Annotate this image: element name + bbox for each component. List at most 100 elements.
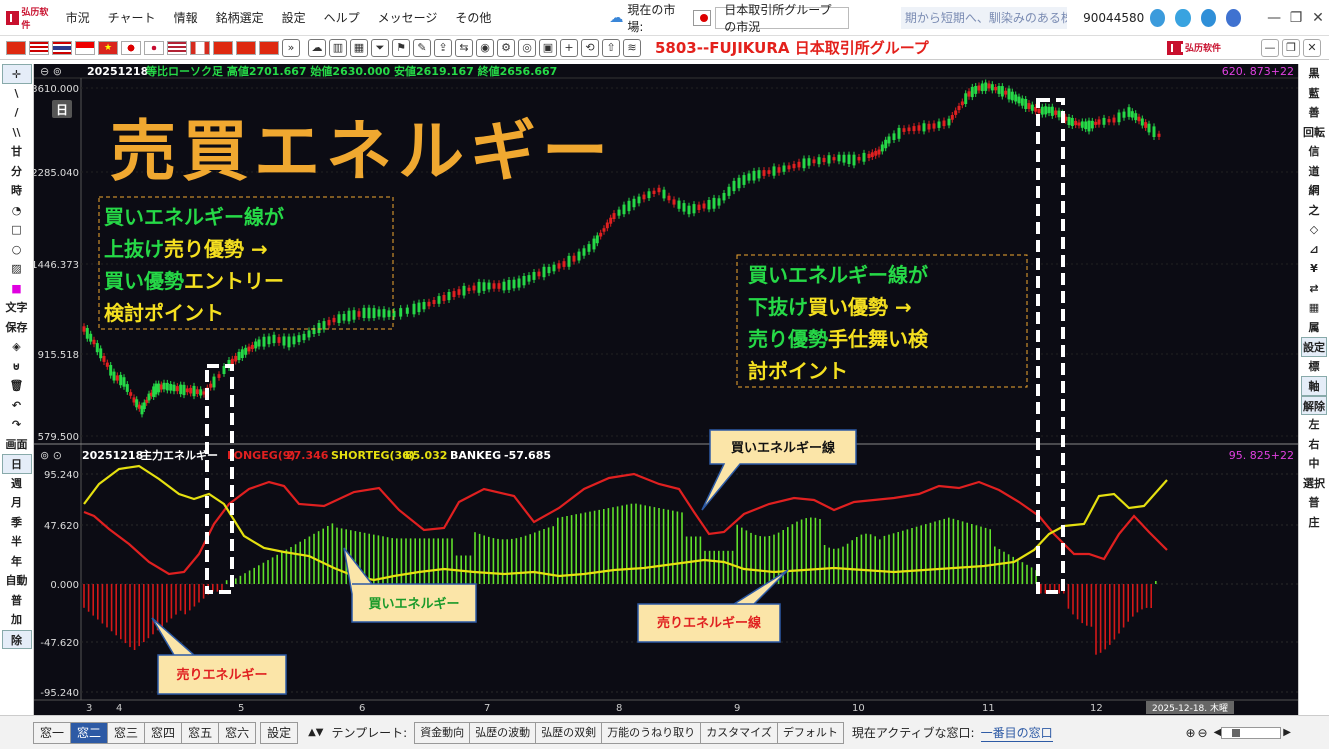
hongkong-flag-icon[interactable] (236, 40, 256, 55)
left-tool-18[interactable]: ↷ (2, 415, 32, 435)
briefcase-icon[interactable]: ▣ (539, 38, 557, 57)
scroll-thumb[interactable] (1232, 728, 1241, 737)
zoom-in-icon[interactable]: ⊕ (1185, 726, 1195, 740)
right-tool-14[interactable]: 設定 (1301, 337, 1327, 357)
left-tool-1[interactable]: \ (2, 84, 32, 104)
right-tool-9[interactable]: ⊿ (1301, 240, 1327, 260)
template-button-4[interactable]: 万能のうねり取り (601, 721, 702, 744)
left-tool-14[interactable]: ◈ (2, 337, 32, 357)
right-tool-15[interactable]: 標 (1301, 357, 1327, 377)
left-tool-0[interactable]: ✛ (1, 64, 32, 84)
compare-icon[interactable]: ⇆ (455, 38, 473, 57)
layers-icon[interactable]: ≋ (623, 38, 641, 57)
malaysia-flag-icon[interactable] (29, 40, 49, 55)
left-tool-28[interactable]: 加 (2, 610, 32, 630)
window-tab-3[interactable]: 窓三 (107, 721, 146, 744)
menu-other[interactable]: その他 (455, 9, 491, 26)
active-window-value[interactable]: 一番目の窓口 (980, 724, 1053, 742)
canada-flag-icon[interactable] (190, 40, 210, 55)
thailand-flag-icon[interactable] (52, 40, 72, 55)
edit-icon[interactable]: ✎ (413, 38, 431, 57)
right-tool-3[interactable]: 回転 (1301, 123, 1327, 143)
chart-svg[interactable]: ⊖ ⊚ 20251218 等比ローソク足 高値2701.667 始値2630.0… (31, 64, 1298, 715)
left-tool-21[interactable]: 週 (2, 474, 32, 494)
menu-info[interactable]: 情報 (174, 9, 198, 26)
settings-button[interactable]: 設定 (260, 721, 299, 744)
close-icon[interactable]: ✕ (1307, 10, 1329, 26)
target-icon[interactable]: ◎ (518, 38, 536, 57)
user-icon[interactable] (1150, 8, 1166, 27)
menu-market[interactable]: 市況 (66, 9, 90, 26)
horizontal-scrollbar[interactable] (1221, 726, 1282, 739)
left-tool-3[interactable]: \\ (2, 123, 32, 143)
template-button-6[interactable]: デフォルト (776, 721, 844, 744)
zoom-out-icon[interactable]: ⊖ (1198, 726, 1208, 740)
window-tab-5[interactable]: 窓五 (181, 721, 220, 744)
market-selector[interactable]: ☁ 現在の市場: 日本取引所グループの市況 (609, 1, 849, 35)
left-tool-12[interactable]: 文字 (2, 298, 32, 318)
filter-icon[interactable]: ⏷ (371, 38, 389, 57)
cloud-sync-icon[interactable]: ☁ (308, 38, 326, 57)
right-tool-7[interactable]: 之 (1301, 201, 1327, 221)
left-tool-29[interactable]: 除 (1, 629, 32, 649)
share-icon[interactable]: ⇪ (434, 38, 452, 57)
right-tool-1[interactable]: 藍 (1301, 84, 1327, 104)
indonesia-flag-icon[interactable] (75, 40, 95, 55)
minimize-icon[interactable]: — (1263, 10, 1285, 26)
menu-settings[interactable]: 設定 (282, 9, 306, 26)
right-tool-23[interactable]: 庄 (1301, 513, 1327, 533)
right-tool-4[interactable]: 信 (1301, 142, 1327, 162)
sub-expand-icon[interactable]: ⊚ ⊙ (40, 449, 62, 462)
right-tool-11[interactable]: ⇄ (1301, 279, 1327, 299)
menu-message[interactable]: メッセージ (378, 9, 438, 26)
left-tool-5[interactable]: 分 (2, 162, 32, 182)
upload-icon[interactable]: ⇧ (602, 38, 620, 57)
menu-chart[interactable]: チャート (108, 9, 156, 26)
grid-icon[interactable]: ▦ (350, 38, 368, 57)
right-tool-17[interactable]: 解除 (1301, 395, 1327, 415)
china-flag-icon[interactable] (6, 40, 26, 55)
window-tab-6[interactable]: 窓六 (218, 721, 257, 744)
flag-icon[interactable]: ⚑ (392, 38, 410, 57)
right-tool-18[interactable]: 左 (1301, 415, 1327, 435)
home-icon[interactable] (1175, 8, 1191, 27)
bar-chart-icon[interactable]: ▥ (329, 38, 347, 57)
left-tool-24[interactable]: 半 (2, 532, 32, 552)
tools-icon[interactable] (1200, 8, 1216, 27)
template-button-3[interactable]: 弘歴の双剣 (535, 721, 603, 744)
vietnam-flag-icon[interactable]: ★ (98, 40, 118, 55)
left-tool-9[interactable]: ○ (2, 240, 32, 260)
left-tool-10[interactable]: ▨ (2, 259, 32, 279)
menu-screening[interactable]: 銘柄選定 (216, 9, 264, 26)
sub-close-icon[interactable]: ✕ (1303, 38, 1321, 57)
chart-area[interactable]: ⊖ ⊚ 20251218 等比ローソク足 高値2701.667 始値2630.0… (31, 64, 1298, 715)
sort-arrows-icon[interactable]: ▲▼ (308, 727, 323, 738)
right-tool-10[interactable]: ¥ (1301, 259, 1327, 279)
right-tool-16[interactable]: 軸 (1301, 376, 1327, 396)
left-tool-6[interactable]: 時 (2, 181, 32, 201)
right-tool-19[interactable]: 右 (1301, 435, 1327, 455)
template-button-5[interactable]: カスタマイズ (700, 721, 778, 744)
menu-help[interactable]: ヘルプ (324, 9, 360, 26)
left-tool-11[interactable]: ■ (2, 279, 32, 299)
right-tool-22[interactable]: 普 (1301, 493, 1327, 513)
scroll-left-icon[interactable]: ◀ (1214, 727, 1222, 738)
left-tool-13[interactable]: 保存 (2, 318, 32, 338)
left-tool-4[interactable]: 甘 (2, 142, 32, 162)
browser-icon[interactable] (1225, 8, 1242, 27)
right-tool-21[interactable]: 選択 (1301, 474, 1327, 494)
window-tab-2[interactable]: 窓二 (70, 721, 109, 744)
right-tool-5[interactable]: 道 (1301, 162, 1327, 182)
sub-minimize-icon[interactable]: — (1261, 38, 1279, 57)
left-tool-16[interactable]: 🗑 (2, 376, 32, 396)
left-tool-23[interactable]: 季 (2, 513, 32, 533)
window-tab-1[interactable]: 窓一 (33, 721, 72, 744)
more-icon[interactable]: » (282, 38, 300, 57)
settings-gear-icon[interactable]: ⚙ (497, 38, 515, 57)
right-tool-2[interactable]: 善 (1301, 103, 1327, 123)
right-tool-6[interactable]: 網 (1301, 181, 1327, 201)
right-tool-12[interactable]: ▦ (1301, 298, 1327, 318)
left-tool-22[interactable]: 月 (2, 493, 32, 513)
china-flag-3-icon[interactable] (259, 40, 279, 55)
sub-restore-icon[interactable]: ❐ (1282, 38, 1300, 57)
